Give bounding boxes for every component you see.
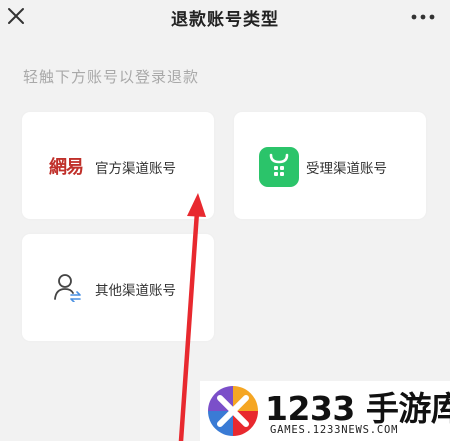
more-dots-icon[interactable]: [410, 10, 436, 24]
other-channel-account-label: 其他渠道账号: [95, 283, 176, 299]
other-channel-account-card[interactable]: 其他渠道账号: [22, 234, 214, 341]
watermark-logo-icon: [208, 386, 258, 436]
agent-channel-account-label: 受理渠道账号: [306, 161, 387, 177]
watermark-url: GAMES.1233NEWS.COM: [270, 424, 399, 436]
app-header: 退款账号类型: [0, 0, 450, 40]
site-watermark: 1233 手游库 GAMES.1233NEWS.COM: [200, 381, 450, 441]
official-channel-account-label: 官方渠道账号: [95, 161, 176, 177]
agent-channel-account-card[interactable]: 受理渠道账号: [234, 112, 426, 219]
watermark-brand: 1233 手游库: [265, 389, 450, 428]
instruction-text: 轻触下方账号以登录退款: [23, 68, 200, 86]
official-channel-account-card[interactable]: 網易 官方渠道账号: [22, 112, 214, 219]
page-title: 退款账号类型: [171, 10, 279, 30]
person-switch-icon: [54, 274, 81, 302]
netease-logo: 網易: [49, 157, 84, 178]
agent-store-icon: [259, 147, 299, 187]
